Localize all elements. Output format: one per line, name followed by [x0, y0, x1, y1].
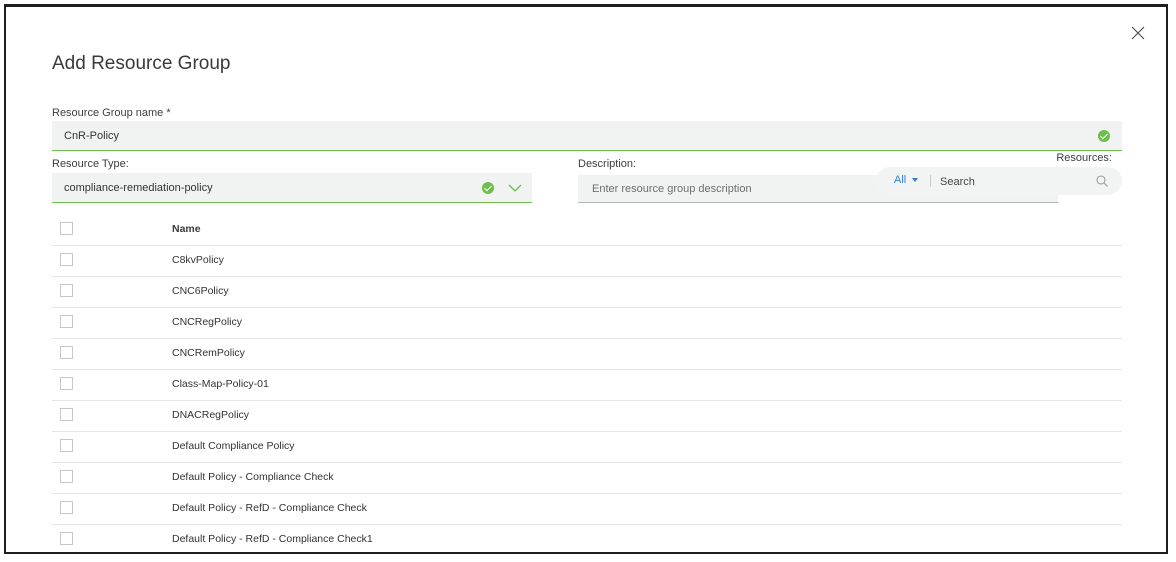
row-name: Class-Map-Policy-01: [172, 378, 269, 390]
table-header: Name: [52, 215, 1122, 246]
group-name-field[interactable]: CnR-Policy: [52, 121, 1122, 151]
chevron-down-icon[interactable]: [508, 183, 522, 193]
resources-search: All: [876, 167, 1122, 197]
table-row[interactable]: Default Compliance Policy: [52, 432, 1122, 463]
row-checkbox[interactable]: [60, 346, 73, 359]
table-row[interactable]: Class-Map-Policy-01: [52, 370, 1122, 401]
search-icon[interactable]: [1096, 175, 1108, 187]
table-row[interactable]: DNACRegPolicy: [52, 401, 1122, 432]
check-circle-icon: [482, 182, 494, 194]
filter-value: All: [894, 174, 907, 186]
row-checkbox[interactable]: [60, 439, 73, 452]
row-checkbox[interactable]: [60, 284, 73, 297]
group-name-value: CnR-Policy: [64, 130, 120, 142]
caret-down-icon: [912, 178, 919, 183]
group-name-label: Resource Group name *: [52, 107, 171, 119]
row-name: Default Policy - RefD - Compliance Check…: [172, 533, 373, 545]
row-name: CNC6Policy: [172, 285, 229, 297]
add-resource-group-dialog: Add Resource Group Resource Group name *…: [4, 4, 1168, 554]
row-name: CNCRegPolicy: [172, 316, 243, 328]
check-circle-icon: [1098, 130, 1110, 142]
row-checkbox[interactable]: [60, 253, 73, 266]
table-row[interactable]: CNC6Policy: [52, 277, 1122, 308]
select-all-checkbox[interactable]: [60, 222, 73, 235]
table-row[interactable]: Default Policy - RefD - Compliance Check: [52, 494, 1122, 525]
table-row[interactable]: Default Policy - RefD - Compliance Check…: [52, 525, 1122, 552]
row-name: DNACRegPolicy: [172, 409, 250, 421]
row-checkbox[interactable]: [60, 532, 73, 545]
row-checkbox[interactable]: [60, 377, 73, 390]
row-name: Default Policy - Compliance Check: [172, 471, 334, 483]
resource-type-select[interactable]: compliance-remediation-policy: [52, 173, 532, 203]
table-row[interactable]: CNCRemPolicy: [52, 339, 1122, 370]
table-row[interactable]: CNCRegPolicy: [52, 308, 1122, 339]
divider: [930, 175, 931, 187]
name-column-header: Name: [172, 223, 201, 235]
row-checkbox[interactable]: [60, 470, 73, 483]
row-name: Default Compliance Policy: [172, 440, 295, 452]
table-row[interactable]: C8kvPolicy: [52, 246, 1122, 277]
row-checkbox[interactable]: [60, 408, 73, 421]
resource-type-value: compliance-remediation-policy: [64, 182, 213, 194]
resources-table: Name C8kvPolicy CNC6Policy CNCRegPolicy …: [52, 215, 1122, 552]
row-name: CNCRemPolicy: [172, 347, 245, 359]
row-name: Default Policy - RefD - Compliance Check: [172, 502, 367, 514]
description-label: Description:: [578, 158, 637, 170]
table-row[interactable]: Default Policy - Compliance Check: [52, 463, 1122, 494]
dialog-title: Add Resource Group: [52, 53, 231, 74]
row-checkbox[interactable]: [60, 315, 73, 328]
resources-label: Resources:: [1056, 152, 1112, 164]
resource-type-label: Resource Type:: [52, 158, 129, 170]
filter-dropdown[interactable]: All: [894, 174, 919, 186]
search-input[interactable]: [938, 167, 1082, 197]
row-name: C8kvPolicy: [172, 254, 224, 266]
row-checkbox[interactable]: [60, 501, 73, 514]
close-icon[interactable]: [1130, 25, 1146, 41]
